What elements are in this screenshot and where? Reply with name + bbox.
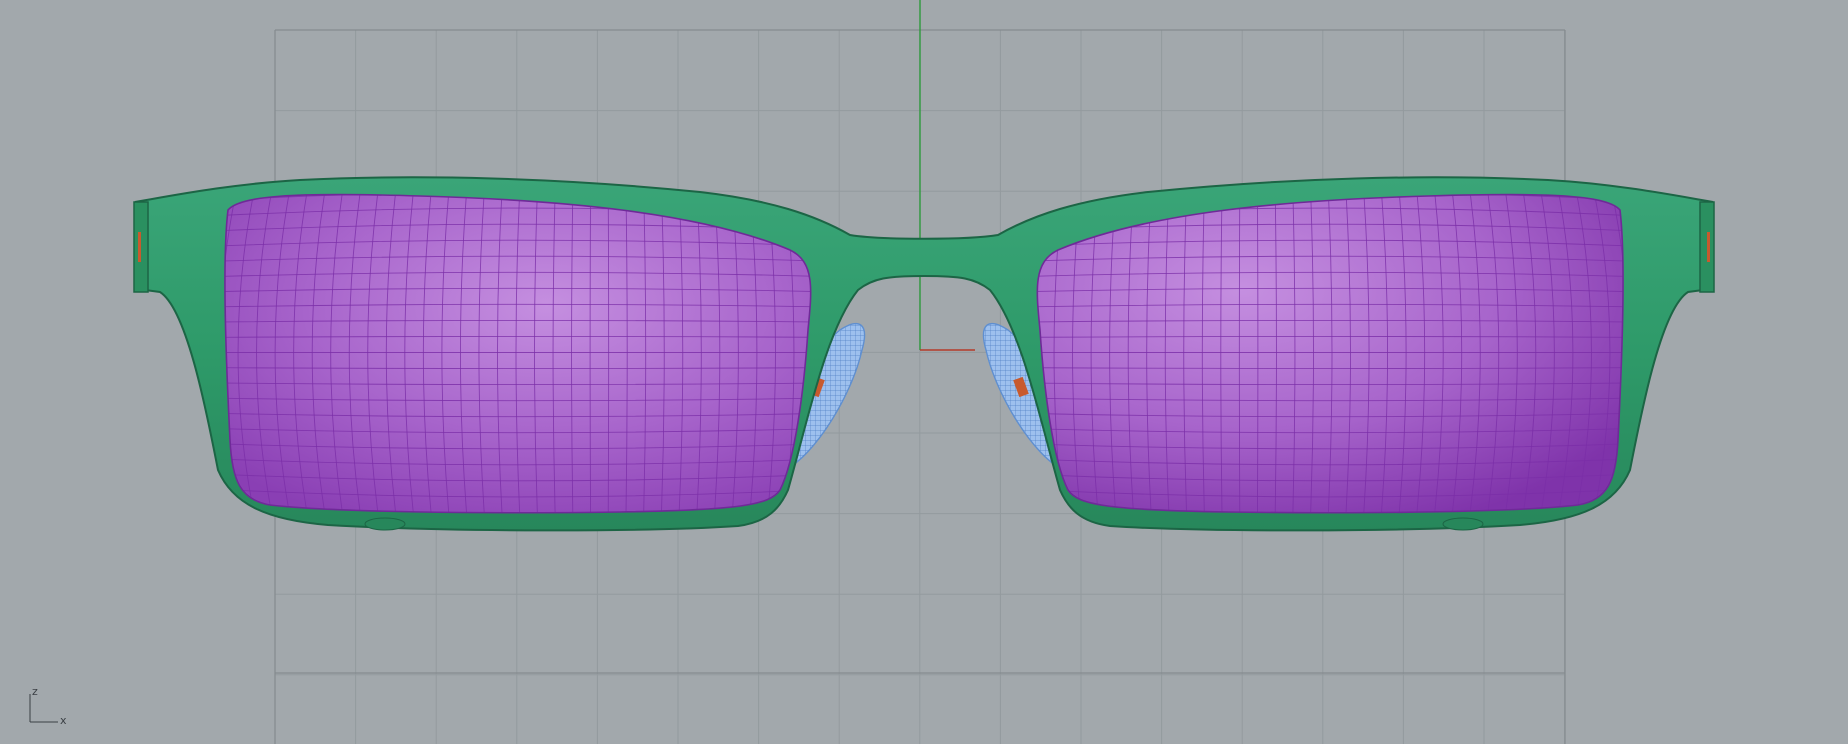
viewport-canvas[interactable] [0, 0, 1848, 744]
axis-x-label: x [60, 714, 67, 727]
axis-indicator: z x [22, 684, 72, 726]
axis-z-label: z [32, 685, 38, 698]
front-viewport[interactable]: z x [0, 0, 1848, 744]
